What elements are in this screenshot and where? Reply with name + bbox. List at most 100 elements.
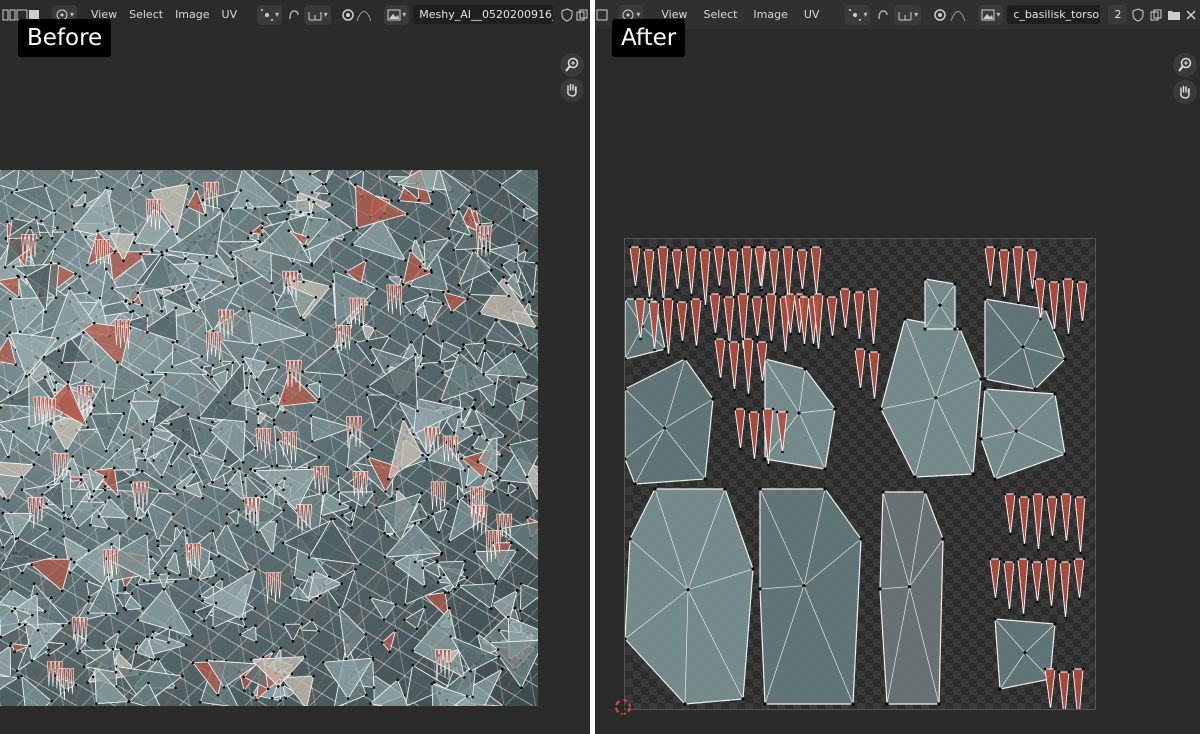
uv-face xyxy=(514,381,538,403)
uv-texture-canvas[interactable] xyxy=(624,238,1096,710)
menu-image[interactable]: Image xyxy=(169,8,215,21)
uv-vertex xyxy=(82,331,85,334)
duplicate-icon[interactable] xyxy=(1147,5,1165,25)
uv-vertex xyxy=(48,436,52,439)
proportional-edit-icon[interactable] xyxy=(341,5,357,25)
uv-face xyxy=(434,481,439,507)
uv-vertex xyxy=(271,696,274,700)
uv-vertex xyxy=(758,587,762,591)
uv-vertex xyxy=(502,275,505,279)
uv-vertex xyxy=(360,323,363,326)
uv-vertex xyxy=(1008,608,1011,612)
hand-icon[interactable] xyxy=(1173,80,1197,104)
uv-vertex xyxy=(18,330,22,334)
uv-vertex xyxy=(229,251,233,254)
uv-vertex xyxy=(92,489,96,493)
snap-dropdown[interactable]: ▾ xyxy=(894,4,922,25)
uv-vertex xyxy=(989,285,992,289)
uv-vertex xyxy=(136,291,140,295)
uv-vertex xyxy=(495,579,499,583)
editor-type-icon[interactable] xyxy=(2,5,16,25)
fake-user-shield-icon[interactable] xyxy=(1129,5,1147,25)
uv-vertex xyxy=(44,310,48,314)
uv-vertex xyxy=(198,298,201,302)
uv-vertex xyxy=(302,318,305,322)
uv-vertex xyxy=(812,343,815,347)
uv-vertex xyxy=(4,237,8,240)
uv-vertex xyxy=(329,285,332,288)
image-browse-dropdown[interactable]: ▾ xyxy=(384,4,410,25)
uv-vertex xyxy=(526,376,529,379)
uv-vertex xyxy=(1065,540,1068,544)
uv-vertex xyxy=(1082,557,1086,561)
proportional-edit-icon[interactable] xyxy=(931,5,949,25)
uv-vertex xyxy=(809,245,813,249)
uv-vertex xyxy=(823,467,827,471)
pivot-dropdown[interactable]: ▾ xyxy=(845,4,871,25)
uv-island xyxy=(742,338,754,396)
menu-uv[interactable]: UV xyxy=(798,8,826,21)
open-folder-icon[interactable] xyxy=(1165,5,1183,25)
hand-icon[interactable] xyxy=(560,78,584,102)
uv-vertex xyxy=(1003,492,1007,496)
uv-vertex xyxy=(447,227,450,230)
uv-vertex xyxy=(402,417,405,421)
uv-island xyxy=(810,246,822,296)
2d-cursor-icon[interactable] xyxy=(611,695,635,719)
pivot-dropdown[interactable]: ▾ xyxy=(257,4,283,25)
uv-vertex xyxy=(330,517,333,521)
view-toggle-icon[interactable] xyxy=(596,5,608,25)
uv-vertex xyxy=(661,297,665,301)
uv-vertex xyxy=(184,257,187,260)
uv-vertex xyxy=(409,249,412,252)
menu-uv[interactable]: UV xyxy=(216,8,244,21)
uv-vertex xyxy=(414,237,417,240)
uv-vertex xyxy=(1067,670,1071,674)
uv-vertex xyxy=(139,252,143,256)
uv-vertex xyxy=(797,295,801,299)
uv-island xyxy=(867,288,879,346)
uv-vertex xyxy=(1051,535,1054,539)
uv-texture-canvas[interactable] xyxy=(0,170,538,706)
uv-vertex xyxy=(436,560,439,564)
image-name-field[interactable]: Meshy_AI__0520200916_texture.png xyxy=(413,5,553,24)
uv-vertex xyxy=(369,596,372,600)
uv-vertex xyxy=(885,702,889,706)
uv-vertex xyxy=(196,301,199,305)
uv-vertex xyxy=(428,324,432,328)
chevron-down-icon: ▾ xyxy=(636,10,641,19)
zoom-icon[interactable] xyxy=(560,53,584,77)
uv-vertex xyxy=(519,582,523,586)
uv-vertex xyxy=(91,675,95,679)
uv-vertex xyxy=(388,650,392,653)
sticky-select-icon[interactable] xyxy=(874,5,892,25)
uv-vertex xyxy=(151,370,155,374)
zoom-icon[interactable] xyxy=(1173,53,1197,77)
uv-vertex xyxy=(494,318,498,322)
uv-vertex xyxy=(521,298,525,302)
uv-vertex xyxy=(113,466,116,470)
uv-face xyxy=(421,299,444,328)
close-icon[interactable] xyxy=(1182,5,1200,25)
uv-vertex xyxy=(231,257,234,261)
image-browse-dropdown[interactable]: ▾ xyxy=(978,4,1004,25)
uv-vertex xyxy=(482,476,485,480)
uv-vertex xyxy=(328,192,331,196)
menu-select[interactable]: Select xyxy=(123,8,169,21)
uv-vertex xyxy=(760,295,764,299)
image-name-field[interactable]: c_basilisk_torso xyxy=(1007,5,1101,24)
sticky-select-icon[interactable] xyxy=(286,5,302,25)
menu-image[interactable]: Image xyxy=(747,8,793,21)
fake-user-shield-icon[interactable] xyxy=(559,5,575,25)
uv-face xyxy=(435,649,439,681)
uv-vertex xyxy=(209,428,212,432)
duplicate-icon[interactable] xyxy=(574,5,590,25)
uv-vertex xyxy=(211,529,215,533)
menu-select[interactable]: Select xyxy=(697,8,743,21)
uv-vertex xyxy=(676,288,679,292)
uv-vertex xyxy=(1036,600,1039,604)
snap-dropdown[interactable]: ▾ xyxy=(303,4,331,25)
uv-vertex xyxy=(149,555,153,559)
falloff-icon[interactable] xyxy=(356,5,372,25)
falloff-icon[interactable] xyxy=(949,5,967,25)
